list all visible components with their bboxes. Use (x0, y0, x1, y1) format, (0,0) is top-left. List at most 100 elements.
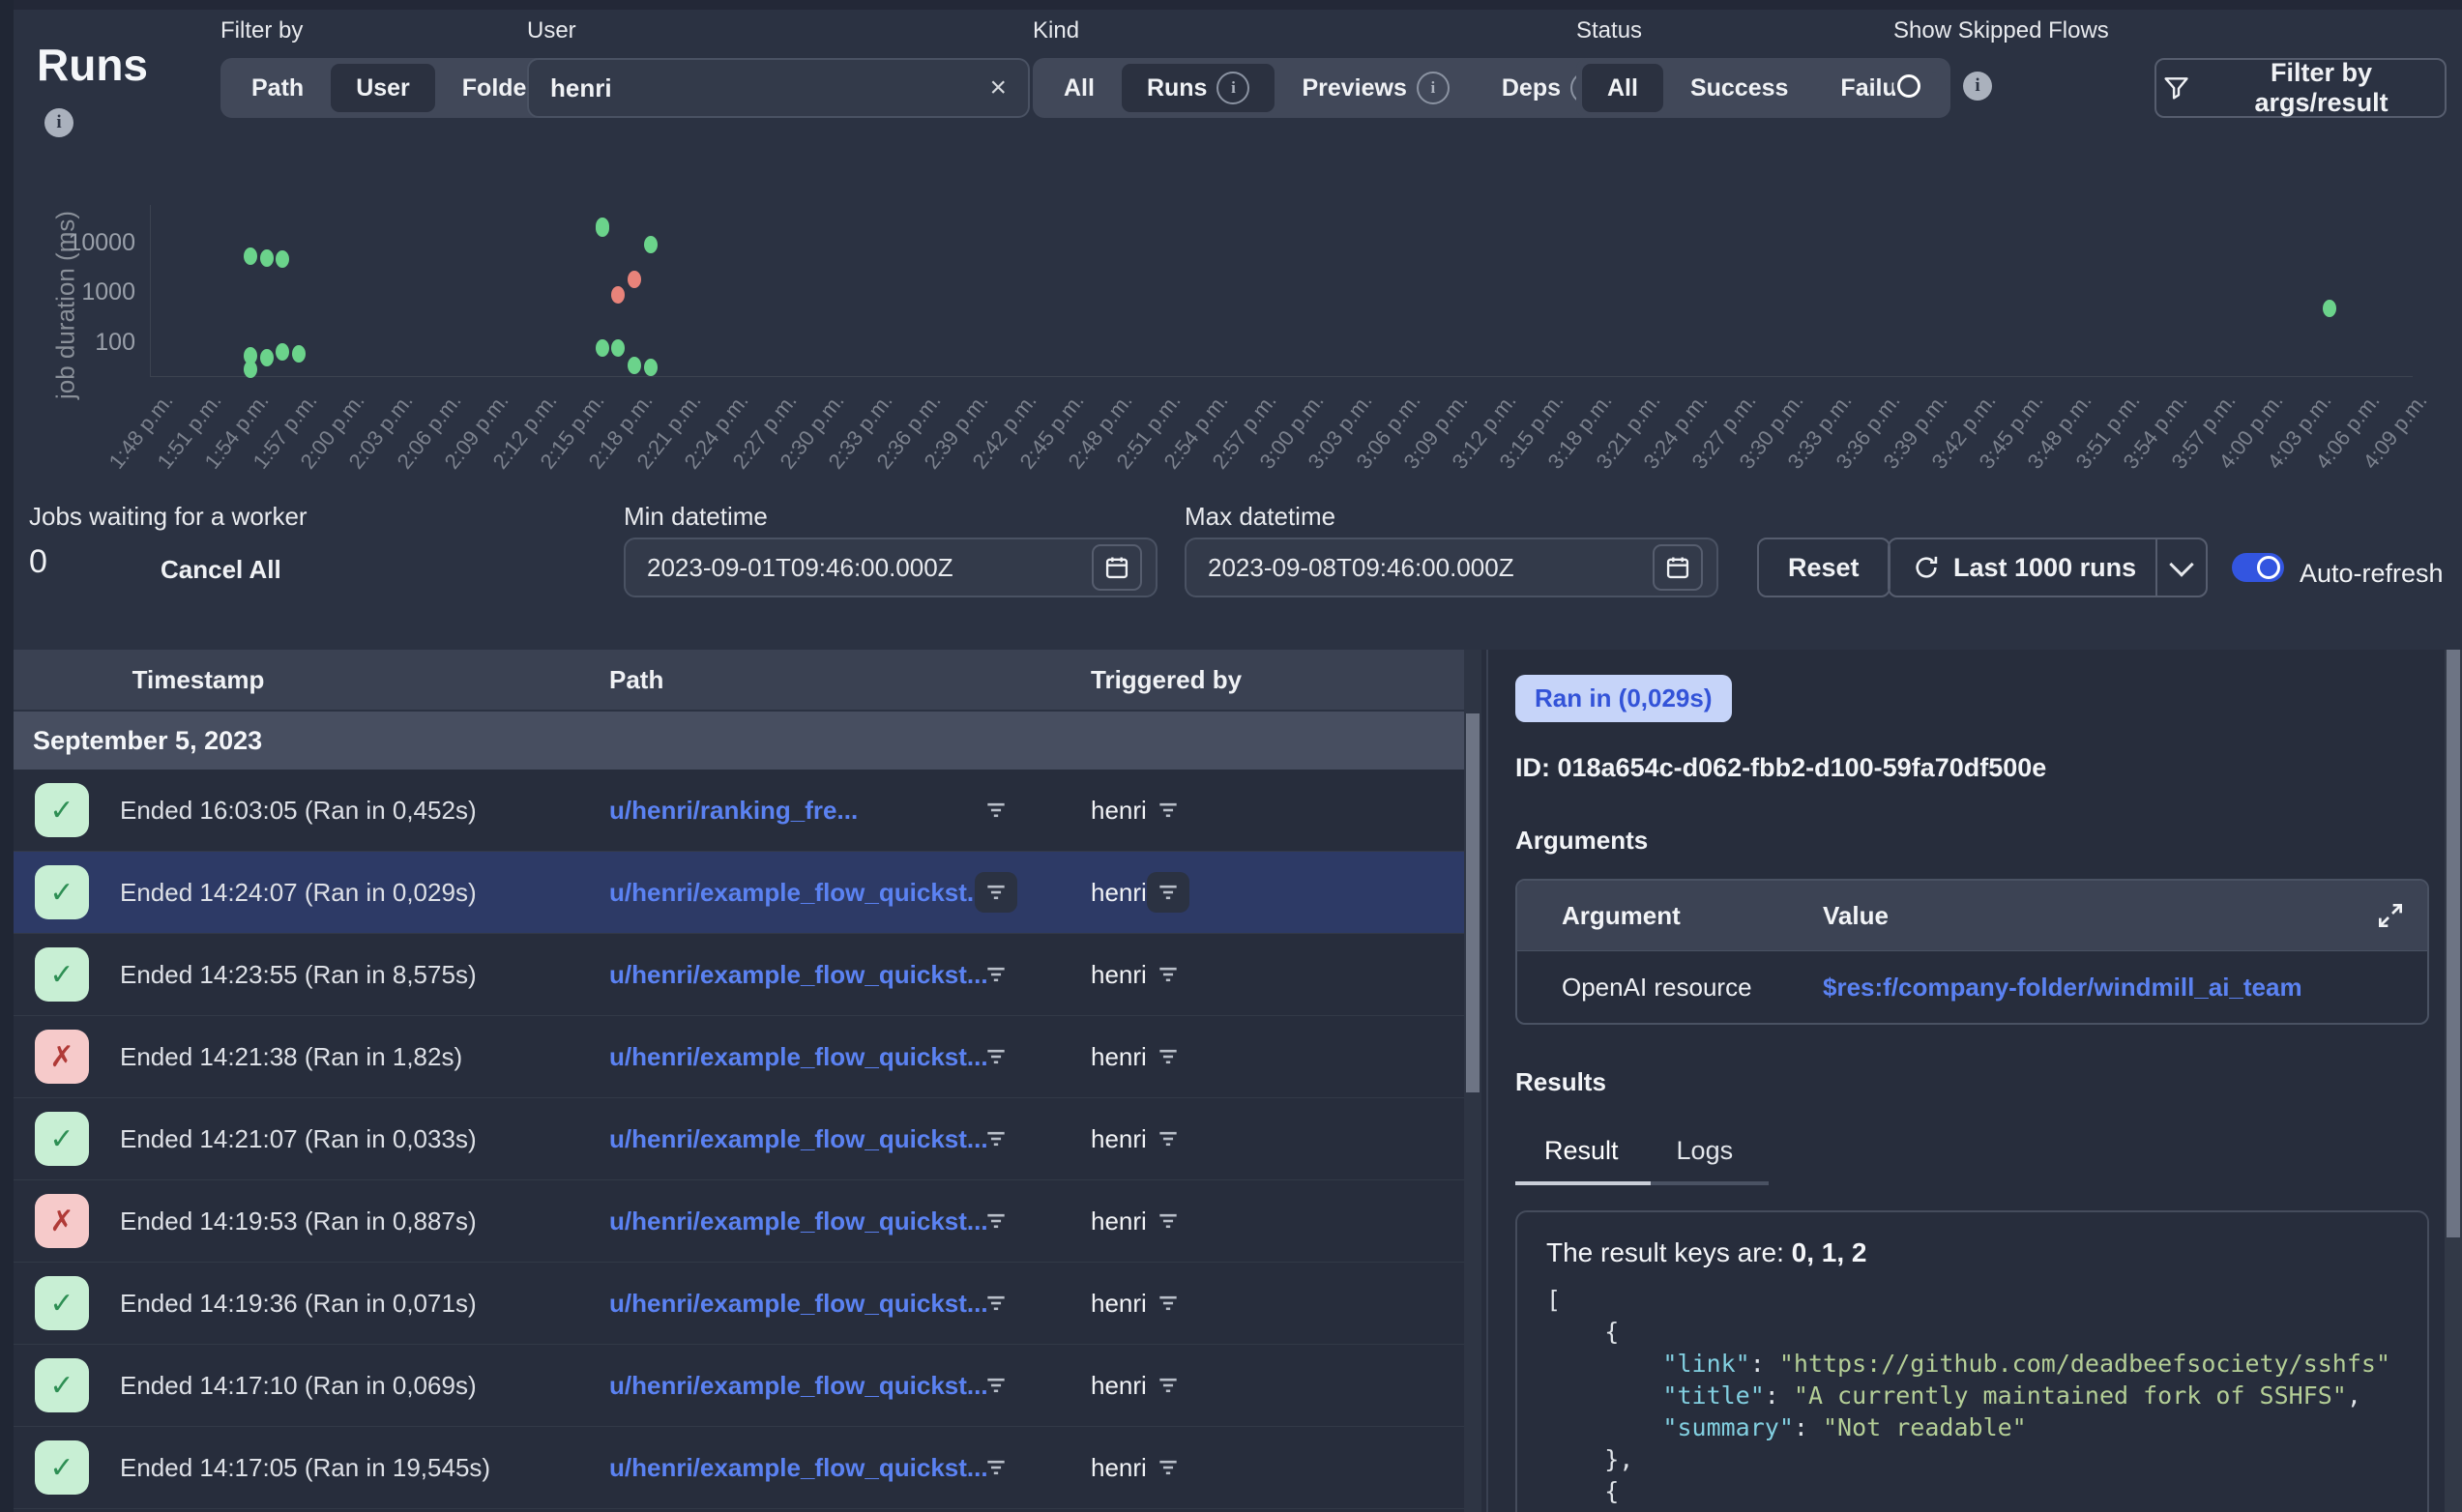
auto-refresh-toggle[interactable] (2232, 553, 2284, 582)
runs-count-dropdown[interactable] (2155, 539, 2206, 596)
scatter-point-success[interactable] (244, 247, 257, 265)
toggle-knob (2257, 556, 2280, 579)
status-icon: ✓ (35, 1440, 89, 1495)
table-row[interactable]: ✗ Ended 14:21:38 (Ran in 1,82s) u/henri/… (0, 1016, 1464, 1098)
filter-by-path-button[interactable] (975, 1119, 1017, 1159)
scrollbar-thumb[interactable] (1466, 713, 1480, 1092)
filter-by-user-button[interactable] (1147, 1119, 1189, 1159)
runs-count-select[interactable]: Last 1000 runs (1888, 538, 2208, 597)
result-viewer[interactable]: The result keys are: 0, 1, 2 [ { "link":… (1515, 1210, 2429, 1512)
table-row[interactable]: ✓ Ended 14:23:55 (Ran in 8,575s) u/henri… (0, 934, 1464, 1016)
filter-by-user-button[interactable] (1147, 1365, 1189, 1406)
table-row[interactable]: ✓ Ended 14:17:10 (Ran in 0,069s) u/henri… (0, 1345, 1464, 1427)
value-column: Value (1823, 901, 2427, 931)
row-timestamp: Ended 14:19:53 (Ran in 0,887s) (120, 1180, 477, 1262)
tab-logs[interactable]: Logs (1648, 1136, 1763, 1181)
column-triggered-by[interactable]: Triggered by (1091, 650, 1242, 710)
scatter-point-failure[interactable] (628, 271, 641, 288)
row-path-link[interactable]: u/henri/example_flow_quickst... (609, 852, 988, 933)
row-triggered-by: henri (1091, 852, 1147, 933)
filter-args-button[interactable]: Filter by args/result (2154, 58, 2447, 118)
argument-row: OpenAI resource $res:f/company-folder/wi… (1517, 950, 2427, 1023)
calendar-button[interactable] (1092, 544, 1142, 591)
column-timestamp[interactable]: Timestamp (116, 650, 280, 710)
row-path-link[interactable]: u/henri/ranking_fre... (609, 770, 858, 851)
show-skipped-toggle[interactable] (1893, 72, 1946, 101)
filter-by-user-button[interactable] (1147, 872, 1189, 913)
scatter-point-success[interactable] (596, 339, 609, 357)
filter-by-path-button[interactable] (975, 872, 1017, 913)
table-rows: ✓ Ended 16:03:05 (Ran in 0,452s) u/henri… (0, 770, 1464, 1509)
table-row[interactable]: ✗ Ended 14:19:53 (Ran in 0,887s) u/henri… (0, 1180, 1464, 1263)
segment-option-success[interactable]: Success (1665, 64, 1813, 112)
table-scrollbar[interactable] (1464, 650, 1481, 1512)
filter-lines-icon (983, 962, 1009, 987)
filter-lines-icon (983, 1455, 1009, 1480)
row-path-link[interactable]: u/henri/example_flow_quickst... (609, 1427, 988, 1508)
runs-page: Runs i Filter by PathUserFolder User hen… (0, 0, 2462, 1512)
cancel-all-button[interactable]: Cancel All (161, 555, 281, 585)
filter-by-user-button[interactable] (1147, 790, 1189, 830)
segment-option-previews[interactable]: Previewsi (1276, 64, 1474, 112)
column-path[interactable]: Path (609, 650, 663, 710)
table-row[interactable]: ✓ Ended 14:24:07 (Ran in 0,029s) u/henri… (0, 852, 1464, 934)
row-path-link[interactable]: u/henri/example_flow_quickst... (609, 1180, 988, 1262)
max-datetime-input[interactable]: 2023-09-08T09:46:00.000Z (1185, 538, 1718, 597)
row-timestamp: Ended 14:19:36 (Ran in 0,071s) (120, 1263, 477, 1344)
job-duration-chart: job duration (ms) 10000 1000 100 1:48 p.… (0, 155, 2462, 503)
segment-option-all[interactable]: All (1582, 64, 1663, 112)
scrollbar-thumb[interactable] (2447, 650, 2460, 1237)
row-path-link[interactable]: u/henri/example_flow_quickst... (609, 1098, 988, 1179)
auto-refresh-label: Auto-refresh (2300, 559, 2444, 589)
filter-by-user-button[interactable] (1147, 1036, 1189, 1077)
calendar-button[interactable] (1653, 544, 1703, 591)
filter-by-path-button[interactable] (975, 1283, 1017, 1323)
table-row[interactable]: ✓ Ended 14:17:05 (Ran in 19,545s) u/henr… (0, 1427, 1464, 1509)
scatter-point-success[interactable] (260, 349, 274, 366)
scatter-point-success[interactable] (292, 345, 306, 363)
scatter-point-success[interactable] (2323, 300, 2336, 317)
status-icon: ✓ (35, 1276, 89, 1330)
row-timestamp: Ended 14:23:55 (Ran in 8,575s) (120, 934, 477, 1015)
status-icon: ✓ (35, 783, 89, 837)
clear-icon[interactable]: × (989, 73, 1007, 102)
segment-option-user[interactable]: User (331, 64, 435, 112)
filter-by-user-button[interactable] (1147, 1201, 1189, 1241)
reset-button[interactable]: Reset (1757, 538, 1890, 597)
tab-result[interactable]: Result (1515, 1136, 1648, 1181)
min-datetime-input[interactable]: 2023-09-01T09:46:00.000Z (624, 538, 1158, 597)
scatter-point-success[interactable] (596, 219, 609, 237)
scatter-point-success[interactable] (644, 359, 658, 376)
table-row[interactable]: ✓ Ended 16:03:05 (Ran in 0,452s) u/henri… (0, 770, 1464, 852)
filter-by-user-button[interactable] (1147, 954, 1189, 995)
user-filter-value: henri (550, 73, 989, 103)
expand-button[interactable] (2375, 900, 2406, 931)
row-timestamp: Ended 14:17:05 (Ran in 19,545s) (120, 1427, 490, 1508)
row-triggered-by: henri (1091, 770, 1147, 851)
filter-by-path-button[interactable] (975, 954, 1017, 995)
table-row[interactable]: ✓ Ended 14:19:36 (Ran in 0,071s) u/henri… (0, 1263, 1464, 1345)
filter-by-path-button[interactable] (975, 1365, 1017, 1406)
table-row[interactable]: ✓ Ended 14:21:07 (Ran in 0,033s) u/henri… (0, 1098, 1464, 1180)
scatter-point-success[interactable] (644, 236, 658, 253)
segment-option-runs[interactable]: Runsi (1122, 64, 1275, 112)
filter-by-path-button[interactable] (975, 1201, 1017, 1241)
user-filter-input[interactable]: henri × (527, 58, 1030, 118)
detail-scrollbar[interactable] (2445, 650, 2462, 1512)
filter-by-path-button[interactable] (975, 1036, 1017, 1077)
scatter-point-success[interactable] (260, 249, 274, 267)
segment-option-path[interactable]: Path (226, 64, 329, 112)
filter-by-user-button[interactable] (1147, 1447, 1189, 1488)
segment-option-all[interactable]: All (1039, 64, 1120, 112)
show-skipped-info-icon[interactable]: i (1963, 72, 1992, 101)
row-path-link[interactable]: u/henri/example_flow_quickst... (609, 1345, 988, 1426)
argument-value-link[interactable]: $res:f/company-folder/windmill_ai_team (1823, 973, 2427, 1003)
filter-by-user-button[interactable] (1147, 1283, 1189, 1323)
row-path-link[interactable]: u/henri/example_flow_quickst... (609, 1263, 988, 1344)
filter-lines-icon (983, 1044, 1009, 1069)
row-path-link[interactable]: u/henri/example_flow_quickst... (609, 1016, 988, 1097)
runs-info-icon[interactable]: i (44, 108, 73, 137)
filter-by-path-button[interactable] (975, 1447, 1017, 1488)
filter-by-path-button[interactable] (975, 790, 1017, 830)
row-path-link[interactable]: u/henri/example_flow_quickst... (609, 934, 988, 1015)
